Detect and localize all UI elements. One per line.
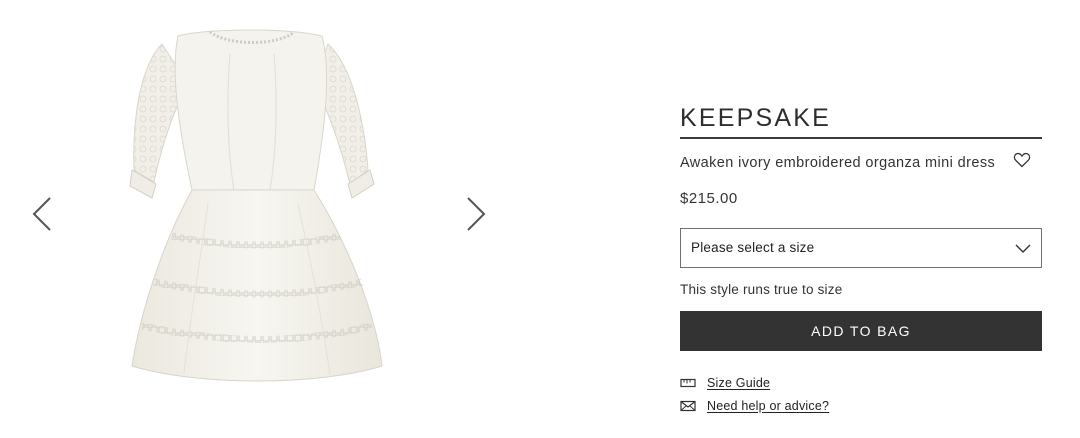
- add-to-bag-button[interactable]: ADD TO BAG: [680, 311, 1042, 351]
- size-guide-link[interactable]: Size Guide: [707, 376, 770, 390]
- chevron-right-icon: [467, 197, 486, 231]
- heart-icon: [1013, 152, 1031, 168]
- help-advice-link[interactable]: Need help or advice?: [707, 399, 829, 413]
- product-title: Awaken ivory embroidered organza mini dr…: [680, 155, 996, 171]
- size-select[interactable]: Please select a size: [680, 228, 1042, 268]
- envelope-icon: [680, 400, 696, 412]
- product-page: KEEPSAKE Awaken ivory embroidered organz…: [0, 0, 1080, 438]
- help-link-row: Need help or advice?: [680, 397, 829, 415]
- product-gallery: [0, 0, 520, 438]
- size-select-placeholder: Please select a size: [691, 240, 815, 255]
- wishlist-button[interactable]: [1013, 151, 1031, 169]
- brand-name[interactable]: KEEPSAKE: [680, 102, 831, 134]
- chevron-down-icon: [1015, 244, 1031, 253]
- chevron-left-icon: [32, 197, 51, 231]
- next-image-button[interactable]: [462, 194, 490, 234]
- ruler-icon: [680, 378, 696, 388]
- size-guide-link-row: Size Guide: [680, 374, 770, 392]
- product-image[interactable]: [118, 14, 398, 396]
- fit-note: This style runs true to size: [680, 282, 843, 297]
- product-price: $215.00: [680, 190, 738, 207]
- previous-image-button[interactable]: [28, 194, 56, 234]
- divider: [680, 137, 1042, 139]
